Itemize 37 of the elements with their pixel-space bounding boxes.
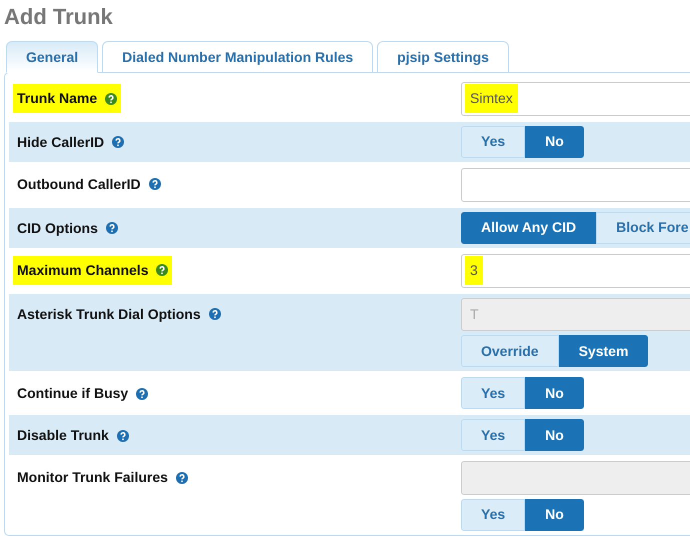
- tab[interactable]: General: [6, 41, 98, 73]
- toggle-option[interactable]: No: [525, 377, 584, 410]
- toggle-option[interactable]: No: [525, 419, 584, 452]
- field-label: Disable Trunk: [17, 426, 109, 446]
- toggle-option[interactable]: Yes: [461, 377, 526, 410]
- field-label: Trunk Name: [17, 89, 98, 108]
- toggle-option[interactable]: Yes: [461, 498, 526, 531]
- help-icon[interactable]: [148, 178, 161, 190]
- field-label: Continue if Busy: [17, 384, 128, 404]
- tab[interactable]: pjsip Settings: [377, 41, 509, 73]
- toggle-option[interactable]: No: [525, 126, 584, 158]
- toggle-option[interactable]: Yes: [461, 419, 526, 452]
- field-label: CID Options: [17, 218, 98, 238]
- input-field[interactable]: [461, 168, 690, 202]
- tab[interactable]: Dialed Number Manipulation Rules: [102, 41, 374, 73]
- toggle-option[interactable]: Block Fore: [596, 212, 690, 244]
- input-field[interactable]: Simtex: [461, 82, 690, 116]
- help-icon[interactable]: [156, 264, 168, 276]
- page-title: Add Trunk: [4, 3, 113, 31]
- toggle-option[interactable]: No: [525, 498, 584, 531]
- help-icon[interactable]: [116, 430, 129, 442]
- field-label: Monitor Trunk Failures: [17, 468, 168, 488]
- help-icon[interactable]: [106, 222, 118, 234]
- field-label: Outbound CallerID: [17, 174, 141, 194]
- help-icon[interactable]: [136, 388, 148, 400]
- help-icon[interactable]: [105, 92, 118, 104]
- toggle-option[interactable]: System: [558, 335, 648, 368]
- toggle-option[interactable]: Yes: [461, 126, 526, 158]
- field-label: Maximum Channels: [17, 260, 148, 280]
- help-icon[interactable]: [112, 136, 124, 148]
- field-label: Hide CallerID: [17, 132, 104, 152]
- help-icon[interactable]: [208, 308, 221, 320]
- toggle-option[interactable]: Override: [461, 335, 559, 368]
- input-field[interactable]: 3: [461, 254, 690, 288]
- toggle-option[interactable]: Allow Any CID: [461, 212, 596, 244]
- field-label: Asterisk Trunk Dial Options: [17, 304, 201, 324]
- help-icon[interactable]: [176, 472, 188, 484]
